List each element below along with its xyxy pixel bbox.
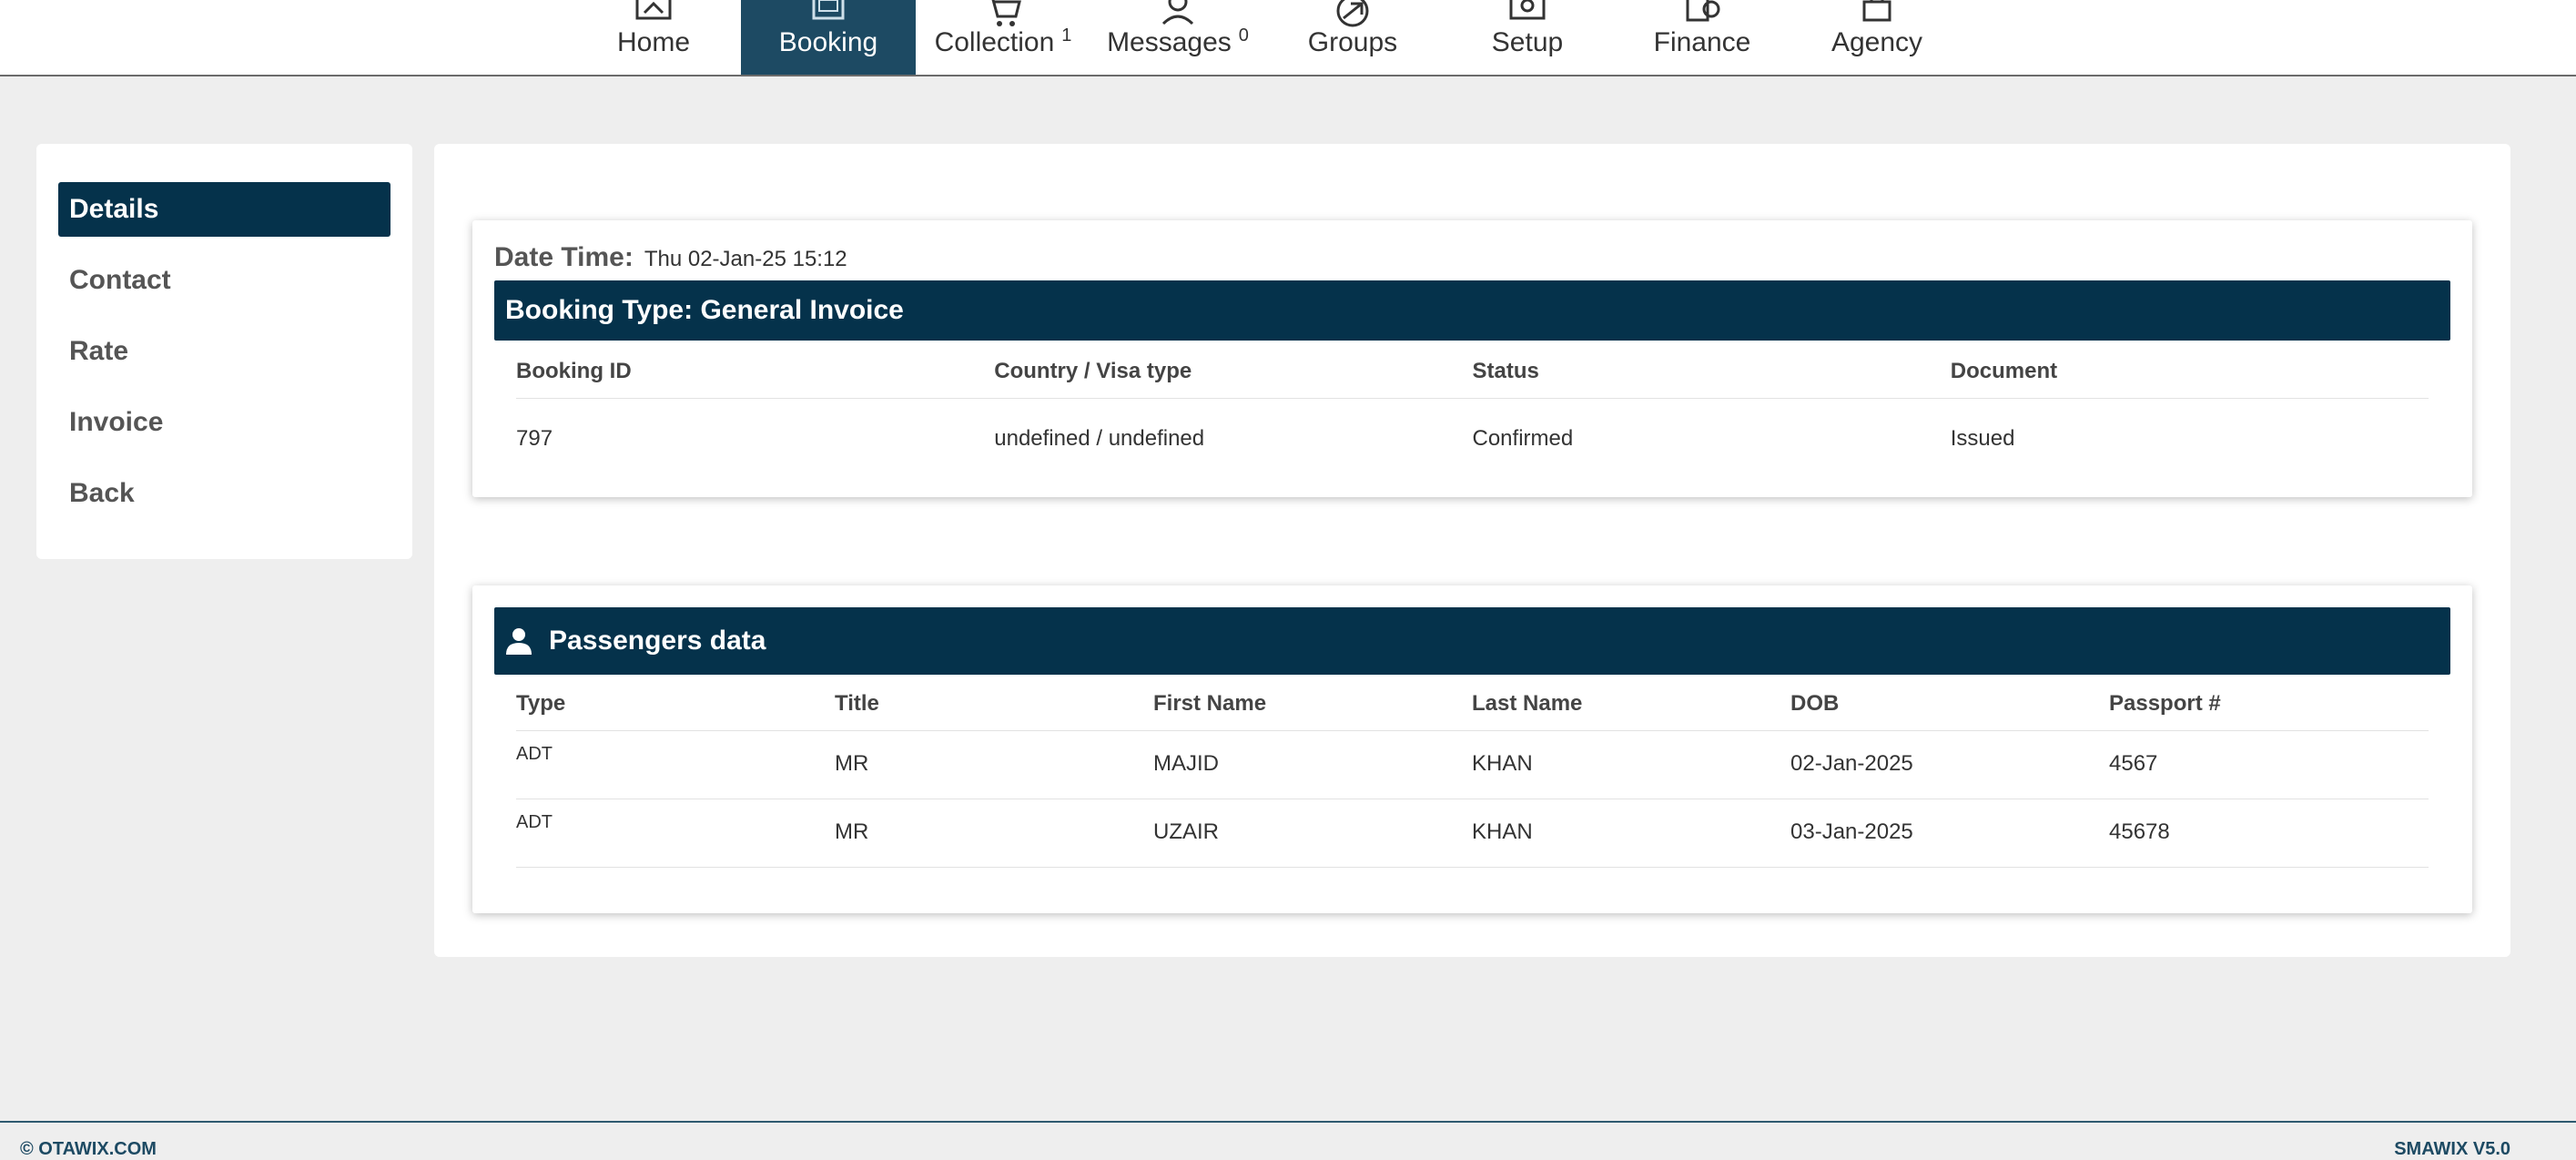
status-cell: Confirmed <box>1472 426 1574 451</box>
date-time-row: Date Time: Thu 02-Jan-25 15:12 <box>494 242 847 273</box>
nav-booking[interactable]: Booking <box>741 0 916 75</box>
header-title: Title <box>835 691 879 716</box>
main-panel: Date Time: Thu 02-Jan-25 15:12 Booking T… <box>434 144 2510 957</box>
sidebar-item-contact[interactable]: Contact <box>58 253 390 308</box>
table-row: 797 undefined / undefined Confirmed Issu… <box>516 412 2429 466</box>
header-country-visa: Country / Visa type <box>994 359 1192 383</box>
finance-icon <box>1686 0 1720 22</box>
agency-icon <box>1862 0 1891 22</box>
person-icon <box>506 628 532 655</box>
booking-details-card: Date Time: Thu 02-Jan-25 15:12 Booking T… <box>472 220 2472 497</box>
gear-icon <box>1509 0 1546 20</box>
footer-version: SMAWIX V5.0 <box>2394 1139 2510 1159</box>
date-time-value: Thu 02-Jan-25 15:12 <box>644 247 847 271</box>
type-cell: ADT <box>516 812 553 832</box>
nav-finance-label: Finance <box>1653 27 1751 57</box>
passengers-table-header: Type Title First Name Last Name DOB Pass… <box>516 691 2429 731</box>
table-row: ADT MR MAJID KHAN 02-Jan-2025 4567 <box>516 731 2429 799</box>
country-visa-cell: undefined / undefined <box>994 426 1205 451</box>
header-dob: DOB <box>1790 691 1840 716</box>
nav-finance[interactable]: Finance <box>1615 0 1790 75</box>
sidebar-item-back[interactable]: Back <box>58 466 390 521</box>
header-booking-id: Booking ID <box>516 359 632 383</box>
booking-table-header: Booking ID Country / Visa type Status Do… <box>516 357 2429 399</box>
last-name-cell: KHAN <box>1472 751 1533 776</box>
booking-id-cell: 797 <box>516 426 553 451</box>
title-cell: MR <box>835 751 869 776</box>
first-name-cell: UZAIR <box>1153 819 1219 844</box>
nav-messages[interactable]: Messages 0 <box>1090 0 1265 75</box>
top-navigation: Home Booking Collection 1 Messages 0 Group… <box>0 0 2576 76</box>
header-type: Type <box>516 691 566 716</box>
sidebar-item-rate[interactable]: Rate <box>58 324 390 379</box>
nav-home[interactable]: Home <box>566 0 741 75</box>
last-name-cell: KHAN <box>1472 819 1533 844</box>
booking-icon <box>812 0 845 20</box>
passengers-title: Passengers data <box>549 626 766 656</box>
nav-agency-label: Agency <box>1831 27 1923 57</box>
type-cell: ADT <box>516 744 553 764</box>
header-first-name: First Name <box>1153 691 1267 716</box>
sidebar: Details Contact Rate Invoice Back <box>36 144 412 559</box>
collection-count-badge: 1 <box>1061 25 1072 46</box>
nav-setup[interactable]: Setup <box>1440 0 1615 75</box>
plane-icon <box>1336 0 1369 27</box>
title-cell: MR <box>835 819 869 844</box>
home-icon <box>635 0 672 20</box>
nav-groups[interactable]: Groups <box>1265 0 1440 75</box>
date-time-label: Date Time: <box>494 242 634 272</box>
header-status: Status <box>1472 359 1539 383</box>
cart-icon <box>991 0 1021 26</box>
messages-count-badge: 0 <box>1238 25 1249 46</box>
nav-setup-label: Setup <box>1491 27 1564 57</box>
footer-copyright[interactable]: © OTAWIX.COM <box>20 1139 157 1160</box>
nav-collection[interactable]: Collection 1 <box>916 0 1090 75</box>
nav-agency[interactable]: Agency <box>1790 0 1964 75</box>
dob-cell: 02-Jan-2025 <box>1790 751 1913 776</box>
passport-cell: 45678 <box>2109 819 2170 844</box>
sidebar-item-details[interactable]: Details <box>58 182 390 237</box>
dob-cell: 03-Jan-2025 <box>1790 819 1913 844</box>
passengers-card: Passengers data Type Title First Name La… <box>472 585 2472 913</box>
passport-cell: 4567 <box>2109 751 2158 776</box>
nav-groups-label: Groups <box>1307 27 1398 57</box>
nav-home-label: Home <box>616 27 691 57</box>
document-cell: Issued <box>1950 426 2015 451</box>
footer: © OTAWIX.COM SMAWIX V5.0 <box>0 1121 2576 1159</box>
table-row: ADT MR UZAIR KHAN 03-Jan-2025 45678 <box>516 799 2429 868</box>
first-name-cell: MAJID <box>1153 751 1219 776</box>
booking-type-header: Booking Type: General Invoice <box>494 280 2450 341</box>
passengers-header: Passengers data <box>494 607 2450 675</box>
user-icon <box>1161 0 1194 25</box>
header-passport: Passport # <box>2109 691 2221 716</box>
header-last-name: Last Name <box>1472 691 1583 716</box>
header-document: Document <box>1950 359 2058 383</box>
sidebar-item-invoice[interactable]: Invoice <box>58 395 390 450</box>
nav-booking-label: Booking <box>778 27 878 57</box>
